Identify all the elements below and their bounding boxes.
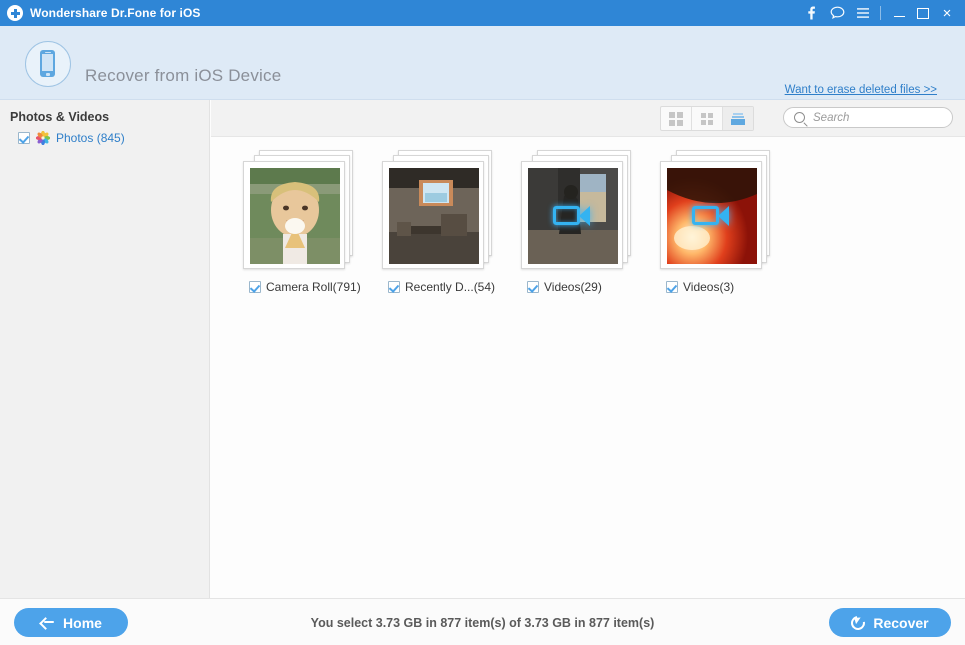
album-item[interactable]: Camera Roll(791) bbox=[241, 150, 361, 294]
search-icon bbox=[794, 112, 805, 123]
album-grid: Camera Roll(791) Recently D...(54) Video… bbox=[241, 150, 775, 294]
sidebar-item-photos[interactable]: Photos (845) bbox=[0, 124, 209, 146]
erase-deleted-files-link[interactable]: Want to erase deleted files >> bbox=[785, 84, 937, 96]
video-badge-icon bbox=[553, 204, 593, 228]
sidebar-item-label: Photos (845) bbox=[56, 131, 125, 145]
album-caption: Videos(29) bbox=[527, 280, 636, 294]
sidebar-section-title: Photos & Videos bbox=[10, 110, 110, 124]
album-content-area: Camera Roll(791) Recently D...(54) Video… bbox=[211, 137, 965, 598]
search-input[interactable] bbox=[811, 110, 945, 125]
album-name: Camera Roll(791) bbox=[266, 280, 361, 294]
recover-button-label: Recover bbox=[873, 614, 929, 631]
restore-icon bbox=[848, 612, 869, 633]
minimize-button[interactable] bbox=[887, 0, 911, 26]
album-thumbnail-stack bbox=[658, 150, 775, 272]
search-box[interactable] bbox=[783, 107, 953, 128]
album-checkbox[interactable] bbox=[666, 281, 678, 293]
title-bar: Wondershare Dr.Fone for iOS × bbox=[0, 0, 965, 26]
grid-small-view-button[interactable] bbox=[692, 107, 723, 130]
video-badge-icon bbox=[692, 204, 732, 228]
titlebar-divider bbox=[880, 6, 881, 20]
album-caption: Recently D...(54) bbox=[388, 280, 497, 294]
menu-icon[interactable] bbox=[850, 0, 876, 26]
album-name: Recently D...(54) bbox=[405, 280, 496, 294]
album-stack-icon bbox=[731, 112, 745, 125]
grid-large-icon bbox=[669, 111, 683, 126]
title-bar-actions: × bbox=[798, 0, 965, 26]
album-item[interactable]: Videos(29) bbox=[519, 150, 636, 294]
album-item[interactable]: Recently D...(54) bbox=[380, 150, 497, 294]
album-thumbnail-stack bbox=[241, 150, 358, 272]
page-header: Recover from iOS Device Want to erase de… bbox=[0, 26, 965, 100]
footer-bar: Home You select 3.73 GB in 877 item(s) o… bbox=[0, 598, 965, 645]
album-caption: Videos(3) bbox=[666, 280, 775, 294]
album-caption: Camera Roll(791) bbox=[249, 280, 361, 294]
album-thumbnail-stack bbox=[380, 150, 497, 272]
album-checkbox[interactable] bbox=[249, 281, 261, 293]
album-thumbnail-stack bbox=[519, 150, 636, 272]
facebook-icon[interactable] bbox=[798, 0, 824, 26]
maximize-button[interactable] bbox=[911, 0, 935, 26]
sidebar-photos-checkbox[interactable] bbox=[18, 132, 30, 144]
album-thumbnail bbox=[667, 168, 757, 264]
recover-button[interactable]: Recover bbox=[829, 608, 951, 637]
view-mode-group bbox=[660, 106, 754, 131]
window-title: Wondershare Dr.Fone for iOS bbox=[30, 6, 201, 20]
selection-status: You select 3.73 GB in 877 item(s) of 3.7… bbox=[310, 616, 655, 630]
app-window: Wondershare Dr.Fone for iOS × Recover fr… bbox=[0, 0, 965, 645]
feedback-icon[interactable] bbox=[824, 0, 850, 26]
album-checkbox[interactable] bbox=[388, 281, 400, 293]
close-button[interactable]: × bbox=[935, 0, 959, 26]
content-toolbar bbox=[211, 100, 965, 137]
grid-small-icon bbox=[701, 112, 713, 125]
album-item[interactable]: Videos(3) bbox=[658, 150, 775, 294]
album-name: Videos(3) bbox=[683, 280, 735, 294]
album-name: Videos(29) bbox=[544, 280, 602, 294]
sidebar: Photos & Videos Photos (845) bbox=[0, 100, 210, 598]
album-thumbnail bbox=[389, 168, 479, 264]
album-checkbox[interactable] bbox=[527, 281, 539, 293]
album-view-button[interactable] bbox=[723, 107, 753, 130]
page-title: Recover from iOS Device bbox=[85, 66, 282, 85]
iphone-icon bbox=[25, 41, 71, 87]
photos-app-icon bbox=[35, 130, 51, 146]
album-thumbnail bbox=[250, 168, 340, 264]
album-thumbnail bbox=[528, 168, 618, 264]
plus-circle-icon bbox=[7, 5, 23, 21]
grid-large-view-button[interactable] bbox=[661, 107, 692, 130]
